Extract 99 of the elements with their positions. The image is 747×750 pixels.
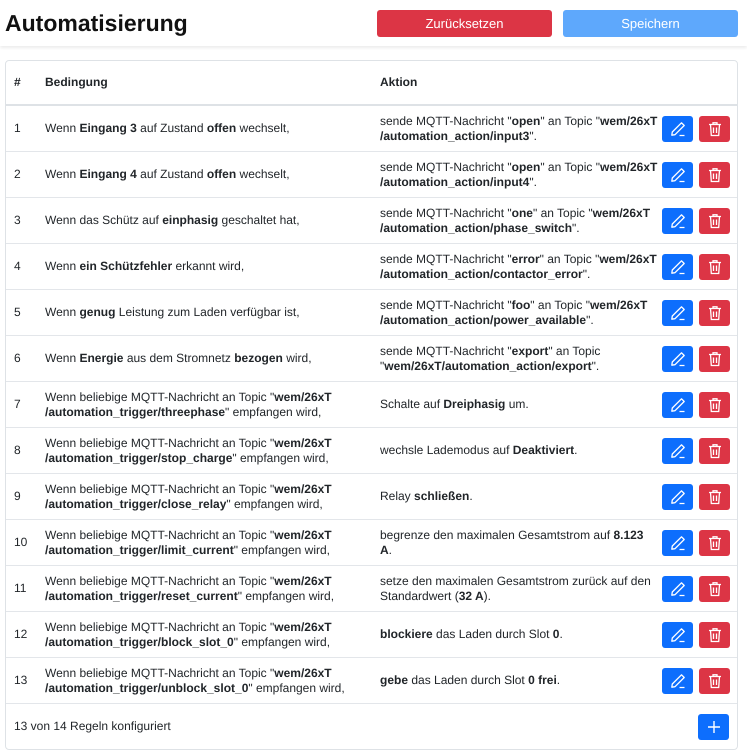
delete-button[interactable]: [699, 346, 730, 372]
delete-button[interactable]: [699, 438, 730, 464]
page-title: Automatisierung: [5, 10, 188, 36]
trash-icon: [706, 626, 722, 642]
edit-button[interactable]: [662, 484, 693, 510]
row-number: 1: [13, 121, 22, 136]
trash-icon: [706, 120, 722, 136]
delete-button[interactable]: [699, 576, 730, 602]
plus-icon: [706, 718, 722, 734]
row-number: 9: [13, 489, 22, 504]
edit-button[interactable]: [662, 254, 693, 280]
pencil-icon: [670, 304, 686, 320]
condition-text: Wenn beliebige MQTT-Nachricht an Topic "wem/26xT /automation_trigger/reset_current" empfangen wird,: [45, 574, 336, 604]
trash-icon: [706, 304, 722, 320]
pencil-icon: [670, 166, 686, 182]
delete-button[interactable]: [699, 622, 730, 648]
condition-text: Wenn Energie aus dem Stromnetz bezogen wird,: [45, 351, 313, 366]
delete-button[interactable]: [699, 530, 730, 556]
action-text: sende MQTT-Nachricht "one" an Topic "wem/26xT /automation_action/phase_switch".: [380, 206, 652, 236]
trash-icon: [706, 212, 722, 228]
action-text: sende MQTT-Nachricht "export" an Topic "wem/26xT/automation_action/export".: [380, 344, 602, 374]
edit-button[interactable]: [662, 346, 693, 372]
condition-text: Wenn genug Leistung zum Laden verfügbar ist,: [45, 305, 301, 320]
row-number: 5: [13, 305, 22, 320]
condition-text: Wenn beliebige MQTT-Nachricht an Topic "wem/26xT /automation_trigger/limit_current" empfangen wird,: [45, 528, 333, 558]
pencil-icon: [670, 120, 686, 136]
action-text: wechsle Lademodus auf Deaktiviert.: [380, 443, 578, 458]
row-number: 6: [13, 351, 22, 366]
condition-text: Wenn beliebige MQTT-Nachricht an Topic "wem/26xT /automation_trigger/threephase" empfangen wird,: [45, 390, 333, 420]
rules-count-text: 13 von 14 Regeln konfiguriert: [13, 719, 171, 734]
action-text: Relay schließen.: [380, 489, 474, 504]
edit-button[interactable]: [662, 530, 693, 556]
action-text: gebe das Laden durch Slot 0 frei.: [380, 673, 562, 688]
column-header: Aktion: [380, 75, 418, 90]
pencil-icon: [670, 580, 686, 596]
trash-icon: [706, 672, 722, 688]
pencil-icon: [670, 258, 686, 274]
trash-icon: [706, 488, 722, 504]
action-text: setze den maximalen Gesamtstrom zurück auf den Standardwert (32 A).: [380, 574, 652, 604]
edit-button[interactable]: [662, 576, 693, 602]
trash-icon: [706, 534, 722, 550]
condition-text: Wenn beliebige MQTT-Nachricht an Topic "wem/26xT /automation_trigger/close_relay" empfangen wird,: [45, 482, 333, 512]
pencil-icon: [670, 212, 686, 228]
row-number: 3: [13, 213, 22, 228]
condition-text: Wenn beliebige MQTT-Nachricht an Topic "wem/26xT /automation_trigger/unblock_slot_0" empfangen wird,: [45, 666, 346, 696]
edit-button[interactable]: [662, 300, 693, 326]
edit-button[interactable]: [662, 438, 693, 464]
pencil-icon: [670, 534, 686, 550]
edit-button[interactable]: [662, 622, 693, 648]
row-number: 13: [13, 673, 28, 688]
trash-icon: [706, 166, 722, 182]
condition-text: Wenn beliebige MQTT-Nachricht an Topic "wem/26xT /automation_trigger/block_slot_0" empfangen wird,: [45, 620, 333, 650]
condition-text: Wenn Eingang 3 auf Zustand offen wechselt,: [45, 121, 291, 136]
edit-button[interactable]: [662, 208, 693, 234]
edit-button[interactable]: [662, 392, 693, 418]
trash-icon: [706, 258, 722, 274]
action-text: sende MQTT-Nachricht "open" an Topic "wem/26xT /automation_action/input4".: [380, 160, 658, 190]
trash-icon: [706, 350, 722, 366]
delete-button[interactable]: [699, 300, 730, 326]
row-number: 7: [13, 397, 22, 412]
row-number: 10: [13, 535, 28, 550]
edit-button[interactable]: [662, 668, 693, 694]
delete-button[interactable]: [699, 116, 730, 142]
pencil-icon: [670, 350, 686, 366]
action-text: sende MQTT-Nachricht "foo" an Topic "wem/26xT /automation_action/power_available".: [380, 298, 648, 328]
pencil-icon: [670, 672, 686, 688]
reset-button[interactable]: Zurücksetzen: [377, 10, 552, 36]
pencil-icon: [670, 396, 686, 412]
pencil-icon: [670, 488, 686, 504]
condition-text: Wenn ein Schützfehler erkannt wird,: [45, 259, 246, 274]
delete-button[interactable]: [699, 668, 730, 694]
add-button[interactable]: [698, 714, 729, 740]
column-header: #: [13, 75, 22, 90]
row-number: 12: [13, 627, 28, 642]
action-text: sende MQTT-Nachricht "open" an Topic "wem/26xT /automation_action/input3".: [380, 114, 658, 144]
pencil-icon: [670, 626, 686, 642]
action-text: sende MQTT-Nachricht "error" an Topic "wem/26xT /automation_action/contactor_error".: [380, 252, 658, 282]
condition-text: Wenn das Schütz auf einphasig geschaltet hat,: [45, 213, 301, 228]
trash-icon: [706, 580, 722, 596]
pencil-icon: [670, 442, 686, 458]
condition-text: Wenn Eingang 4 auf Zustand offen wechselt,: [45, 167, 291, 182]
trash-icon: [706, 442, 722, 458]
delete-button[interactable]: [699, 484, 730, 510]
delete-button[interactable]: [699, 392, 730, 418]
action-text: begrenze den maximalen Gesamtstrom auf 8.123 A.: [380, 528, 644, 558]
delete-button[interactable]: [699, 254, 730, 280]
row-number: 11: [13, 581, 28, 596]
edit-button[interactable]: [662, 162, 693, 188]
row-number: 8: [13, 443, 22, 458]
column-header: Bedingung: [45, 75, 109, 90]
delete-button[interactable]: [699, 162, 730, 188]
delete-button[interactable]: [699, 208, 730, 234]
row-number: 2: [13, 167, 22, 182]
condition-text: Wenn beliebige MQTT-Nachricht an Topic "wem/26xT /automation_trigger/stop_charge" empfangen wird,: [45, 436, 333, 466]
trash-icon: [706, 396, 722, 412]
row-number: 4: [13, 259, 22, 274]
action-text: Schalte auf Dreiphasig um.: [380, 397, 530, 412]
action-text: blockiere das Laden durch Slot 0.: [380, 627, 564, 642]
edit-button[interactable]: [662, 116, 693, 142]
